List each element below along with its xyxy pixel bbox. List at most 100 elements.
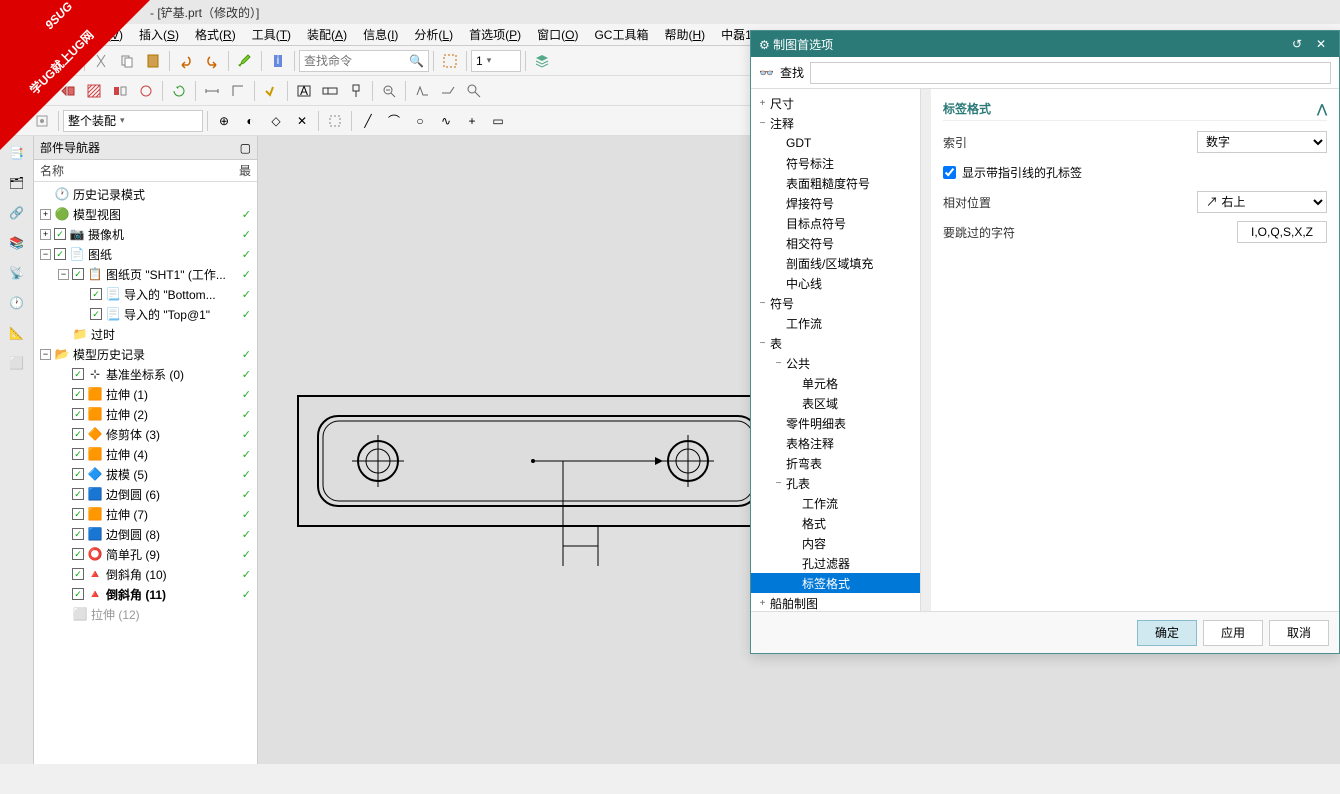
expand-icon[interactable] bbox=[773, 238, 784, 249]
snap-point-button[interactable]: ⊕ bbox=[212, 109, 236, 133]
dim-button[interactable] bbox=[200, 79, 224, 103]
tree-row[interactable]: ✓🟧拉伸 (1)✓ bbox=[34, 384, 257, 404]
expand-icon[interactable] bbox=[789, 398, 800, 409]
menu-item[interactable]: 信息(I) bbox=[355, 26, 406, 43]
paste-button[interactable] bbox=[141, 49, 165, 73]
expand-icon[interactable] bbox=[789, 578, 800, 589]
dialog-tree-item[interactable]: −表 bbox=[751, 333, 920, 353]
expand-icon[interactable]: − bbox=[40, 249, 51, 260]
menu-item[interactable]: 帮助(H) bbox=[656, 26, 713, 43]
menu-item[interactable]: 视图(V) bbox=[75, 26, 131, 43]
skip-chars-input[interactable] bbox=[1237, 221, 1327, 243]
section-button[interactable] bbox=[108, 79, 132, 103]
apply-button[interactable]: 应用 bbox=[1203, 620, 1263, 646]
tree-row[interactable]: ✓📃导入的 "Bottom...✓ bbox=[34, 284, 257, 304]
expand-icon[interactable] bbox=[773, 258, 784, 269]
tree-row[interactable]: ✓🟦边倒圆 (6)✓ bbox=[34, 484, 257, 504]
command-search[interactable]: 🔍 bbox=[299, 50, 429, 72]
dialog-tree-item[interactable]: 折弯表 bbox=[751, 453, 920, 473]
tree-row[interactable]: −✓📄图纸✓ bbox=[34, 244, 257, 264]
tree-row[interactable]: ✓🔶修剪体 (3)✓ bbox=[34, 424, 257, 444]
dialog-tree-item[interactable]: −公共 bbox=[751, 353, 920, 373]
nav-max-icon[interactable]: ▢ bbox=[240, 141, 251, 155]
tree-row[interactable]: ✓⊹基准坐标系 (0)✓ bbox=[34, 364, 257, 384]
new-button[interactable] bbox=[4, 49, 28, 73]
dialog-tree-item[interactable]: 零件明细表 bbox=[751, 413, 920, 433]
nav-tree[interactable]: 🕐历史记录模式+🟢模型视图✓+✓📷摄像机✓−✓📄图纸✓−✓📋图纸页 "SHT1"… bbox=[34, 182, 257, 764]
expand-icon[interactable] bbox=[789, 558, 800, 569]
ordinate-button[interactable] bbox=[226, 79, 250, 103]
circle-tool-button[interactable]: ○ bbox=[408, 109, 432, 133]
checkbox-icon[interactable]: ✓ bbox=[54, 228, 66, 240]
dialog-nav-tree[interactable]: +尺寸−注释GDT符号标注表面粗糙度符号焊接符号目标点符号相交符号剖面线/区域填… bbox=[751, 89, 921, 611]
dialog-tree-item[interactable]: −符号 bbox=[751, 293, 920, 313]
dialog-tree-item[interactable]: 中心线 bbox=[751, 273, 920, 293]
datum-button[interactable] bbox=[344, 79, 368, 103]
cancel-button[interactable]: 取消 bbox=[1269, 620, 1329, 646]
dialog-tree-item[interactable]: 符号标注 bbox=[751, 153, 920, 173]
dialog-tree-item[interactable]: 表区域 bbox=[751, 393, 920, 413]
tree-row[interactable]: ✓🔺倒斜角 (11)✓ bbox=[34, 584, 257, 604]
snap-int-button[interactable]: ✕ bbox=[290, 109, 314, 133]
menu-item[interactable]: 工具(T) bbox=[244, 26, 299, 43]
checkbox-icon[interactable]: ✓ bbox=[90, 308, 102, 320]
cut-button[interactable] bbox=[89, 49, 113, 73]
index-select[interactable]: 数字 bbox=[1197, 131, 1327, 153]
expand-icon[interactable] bbox=[773, 218, 784, 229]
brush-button[interactable] bbox=[233, 49, 257, 73]
tree-row[interactable]: +🟢模型视图✓ bbox=[34, 204, 257, 224]
ok-button[interactable]: 确定 bbox=[1137, 620, 1197, 646]
tree-row[interactable]: 🕐历史记录模式 bbox=[34, 184, 257, 204]
save-button[interactable] bbox=[56, 49, 80, 73]
tree-row[interactable]: ✓🟧拉伸 (7)✓ bbox=[34, 504, 257, 524]
zoom-out-button[interactable] bbox=[377, 79, 401, 103]
expand-icon[interactable]: + bbox=[40, 229, 51, 240]
dialog-search-input[interactable] bbox=[810, 62, 1331, 84]
open-button[interactable] bbox=[30, 49, 54, 73]
checkbox-icon[interactable]: ✓ bbox=[72, 368, 84, 380]
expand-icon[interactable]: − bbox=[58, 269, 69, 280]
tree-row[interactable]: ✓🟧拉伸 (4)✓ bbox=[34, 444, 257, 464]
detail-button[interactable] bbox=[134, 79, 158, 103]
constraint-nav-tab[interactable]: 🔗 bbox=[4, 200, 30, 226]
tree-row[interactable]: −✓📋图纸页 "SHT1" (工作...✓ bbox=[34, 264, 257, 284]
tree-row[interactable]: 📁过时 bbox=[34, 324, 257, 344]
sketch-button[interactable] bbox=[4, 79, 28, 103]
expand-icon[interactable]: − bbox=[773, 478, 784, 489]
expand-icon[interactable] bbox=[789, 538, 800, 549]
reuse-tab[interactable]: 📚 bbox=[4, 230, 30, 256]
line-width-combo[interactable]: 1 bbox=[471, 50, 521, 72]
expand-icon[interactable] bbox=[773, 278, 784, 289]
menu-item[interactable]: GC工具箱 bbox=[586, 26, 656, 43]
weld-button[interactable] bbox=[436, 79, 460, 103]
expand-icon[interactable]: − bbox=[773, 358, 784, 369]
surface-finish-button[interactable] bbox=[410, 79, 434, 103]
tree-row[interactable]: ✓🟧拉伸 (2)✓ bbox=[34, 404, 257, 424]
menu-item[interactable]: 窗口(O) bbox=[529, 26, 586, 43]
update-button[interactable] bbox=[167, 79, 191, 103]
expand-icon[interactable] bbox=[773, 158, 784, 169]
dialog-tree-item[interactable]: 工作流 bbox=[751, 313, 920, 333]
dialog-tree-item[interactable]: GDT bbox=[751, 133, 920, 153]
dialog-tree-item[interactable]: 工作流 bbox=[751, 493, 920, 513]
checkbox-icon[interactable]: ✓ bbox=[72, 468, 84, 480]
leader-checkbox[interactable] bbox=[943, 166, 956, 179]
roles-tab[interactable]: 📐 bbox=[4, 320, 30, 346]
checkbox-icon[interactable]: ✓ bbox=[72, 388, 84, 400]
checkbox-icon[interactable]: ✓ bbox=[72, 528, 84, 540]
expand-icon[interactable] bbox=[789, 518, 800, 529]
menu-item[interactable]: 插入(S) bbox=[131, 26, 187, 43]
menu-item[interactable]: 装配(A) bbox=[299, 26, 355, 43]
expand-icon[interactable]: − bbox=[757, 118, 768, 129]
tree-row[interactable]: ✓⭕简单孔 (9)✓ bbox=[34, 544, 257, 564]
dialog-close-button[interactable]: ✕ bbox=[1311, 37, 1331, 51]
arc-tool-button[interactable]: ⌒ bbox=[382, 109, 406, 133]
command-search-input[interactable] bbox=[304, 54, 409, 68]
expand-icon[interactable]: − bbox=[40, 349, 51, 360]
dialog-reset-button[interactable]: ↺ bbox=[1287, 37, 1307, 51]
expand-icon[interactable]: + bbox=[40, 209, 51, 220]
note-button[interactable] bbox=[259, 79, 283, 103]
filter-none-button[interactable] bbox=[4, 109, 28, 133]
tree-row[interactable]: −📂模型历史记录✓ bbox=[34, 344, 257, 364]
expand-icon[interactable] bbox=[773, 458, 784, 469]
